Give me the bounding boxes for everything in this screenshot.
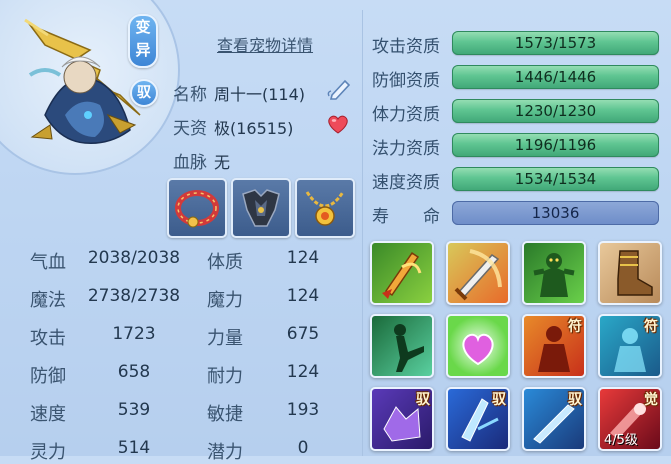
skill-slot-11[interactable]: 驭: [522, 387, 586, 451]
name-label: 名称: [173, 85, 207, 105]
stat-value: 0: [297, 438, 309, 458]
mutation-badge: 变异: [128, 14, 158, 68]
stat-value: 675: [286, 324, 320, 344]
stat-label: 攻击: [30, 328, 66, 349]
stat-value: 539: [117, 400, 151, 420]
bloodline-label: 血脉: [173, 153, 207, 173]
stat-label: 魔法: [30, 290, 66, 311]
life-bar: 13036: [452, 201, 659, 225]
heart-shield-icon: [462, 333, 494, 366]
ride-badge-text: 驭: [137, 85, 151, 101]
sword-strike-icon: [454, 249, 502, 301]
talent-label: 天资: [173, 119, 207, 139]
kick-silhouette-icon: [394, 324, 424, 372]
stat-label: 潜力: [207, 442, 243, 463]
skill-slot-awaken[interactable]: 觉 4/5级: [598, 387, 662, 451]
stat-label: 力量: [207, 328, 243, 349]
awaken-level: 4/5级: [604, 433, 638, 448]
demon-figure-icon: [533, 253, 575, 297]
skill-slot-8[interactable]: 符: [598, 314, 662, 378]
talisman-tag: 符: [644, 319, 658, 335]
bloodline-value: 无: [214, 153, 231, 172]
aptitude-bar: 1230/1230: [452, 99, 659, 123]
stat-value: 658: [117, 362, 151, 382]
skill-slot-6[interactable]: [446, 314, 510, 378]
skill-slot-1[interactable]: [370, 241, 434, 305]
stat-label: 防御: [30, 366, 66, 387]
skill-slot-7[interactable]: 符: [522, 314, 586, 378]
talent-value: 极(16515): [214, 119, 294, 138]
equip-slot-collar[interactable]: [167, 178, 227, 238]
stat-label: 敏捷: [207, 404, 243, 425]
stat-value: 2038/2038: [87, 248, 181, 268]
armor-icon: [242, 189, 280, 227]
aptitude-label: 体力资质: [372, 105, 440, 125]
skill-slot-2[interactable]: [446, 241, 510, 305]
stat-label: 耐力: [207, 366, 243, 387]
aptitude-bar: 1196/1196: [452, 133, 659, 157]
ride-tag: 驭: [416, 392, 430, 408]
stat-value: 193: [286, 400, 320, 420]
talisman-tag: 符: [568, 319, 582, 335]
boot-icon: [617, 250, 653, 296]
mutation-badge-text: 变异: [135, 18, 151, 59]
aptitude-bar: 1534/1534: [452, 167, 659, 191]
aptitude-label: 速度资质: [372, 173, 440, 193]
ride-tag: 驭: [492, 392, 506, 408]
skill-slot-5[interactable]: [370, 314, 434, 378]
skill-slot-3[interactable]: [522, 241, 586, 305]
skill-slot-9[interactable]: 驭: [370, 387, 434, 451]
stat-value: 1723: [112, 324, 156, 344]
aptitude-bar: 1446/1446: [452, 65, 659, 89]
equip-slot-necklace[interactable]: [295, 178, 355, 238]
favorite-heart-icon[interactable]: [326, 113, 350, 139]
skill-slot-4[interactable]: [598, 241, 662, 305]
pet-name-value: 周十一(114): [214, 85, 306, 104]
collar-icon: [175, 190, 219, 228]
equip-slot-armor[interactable]: [231, 178, 291, 238]
aptitude-label: 攻击资质: [372, 37, 440, 57]
stat-value: 124: [286, 286, 320, 306]
stat-value: 514: [117, 438, 151, 458]
stat-label: 速度: [30, 404, 66, 425]
aptitude-label: 法力资质: [372, 139, 440, 159]
ride-tag: 驭: [568, 392, 582, 408]
aptitude-bar: 1573/1573: [452, 31, 659, 55]
life-label: 寿 命: [372, 207, 440, 227]
stat-label: 魔力: [207, 290, 243, 311]
stat-label: 灵力: [30, 442, 66, 463]
stat-label: 体质: [207, 252, 243, 273]
view-pet-details-link[interactable]: 查看宠物详情: [217, 32, 313, 56]
flame-sword-icon: [382, 251, 422, 299]
stat-value: 2738/2738: [87, 286, 181, 306]
aptitude-label: 防御资质: [372, 71, 440, 91]
stat-value: 124: [286, 248, 320, 268]
panel-divider: [362, 10, 363, 456]
stat-value: 124: [286, 362, 320, 382]
rename-pencil-icon[interactable]: [326, 76, 354, 104]
awaken-tag: 觉: [644, 392, 658, 408]
skill-slot-10[interactable]: 驭: [446, 387, 510, 451]
stat-label: 气血: [30, 252, 66, 273]
ride-badge: 驭: [130, 79, 158, 107]
necklace-icon: [305, 191, 345, 226]
